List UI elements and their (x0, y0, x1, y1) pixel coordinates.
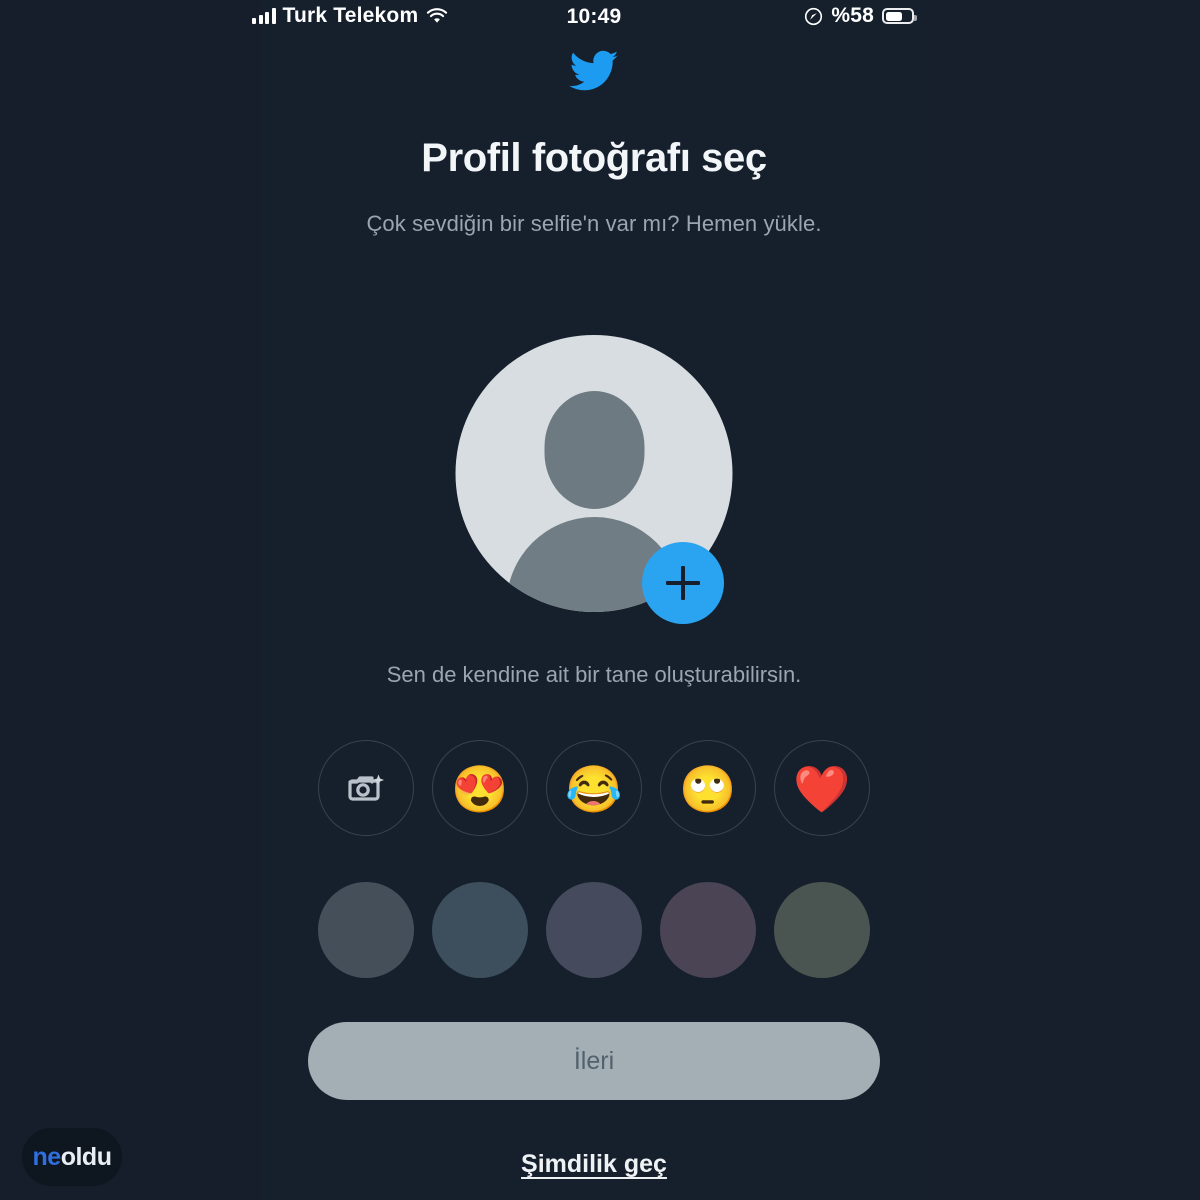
letterbox-right (926, 0, 1200, 1200)
red-heart-emoji: ❤️ (793, 763, 851, 815)
app-logo (262, 46, 926, 101)
status-bar: Turk Telekom 10:49 %58 (252, 0, 926, 36)
color-picker-row (262, 882, 926, 978)
smiling-face-with-hearts-emoji-button[interactable]: 😍 (432, 740, 528, 836)
status-bar-right: %58 (804, 4, 917, 28)
avatar-hint-text: Sen de kendine ait bir tane oluşturabili… (386, 662, 802, 687)
battery-icon (882, 8, 917, 24)
page-title: Profil fotoğrafı seç (421, 136, 767, 180)
swatch-olive-green[interactable] (774, 882, 870, 978)
watermark-part-a: ne (32, 1142, 62, 1171)
watermark-part-b: oldu (60, 1142, 112, 1171)
face-with-rolling-eyes-emoji-button[interactable]: 🙄 (660, 740, 756, 836)
avatar-head-shape (544, 391, 644, 509)
face-with-rolling-eyes-emoji: 🙄 (679, 763, 737, 815)
site-watermark: ne oldu (22, 1128, 122, 1186)
smiling-face-with-hearts-emoji: 😍 (451, 763, 509, 815)
avatar-block (262, 330, 926, 630)
plus-icon (666, 566, 700, 600)
face-with-tears-of-joy-emoji: 😂 (565, 763, 623, 815)
camera-sparkle-icon (342, 764, 390, 812)
next-button[interactable]: İleri (308, 1022, 880, 1100)
red-heart-emoji-button[interactable]: ❤️ (774, 740, 870, 836)
twitter-bird-logo (569, 46, 619, 101)
headline-block: Profil fotoğrafı seç Çok sevdiğin bir se… (262, 136, 926, 237)
battery-percentage-label: %58 (831, 4, 874, 27)
camera-sparkle-icon-button[interactable] (318, 740, 414, 836)
swatch-blue-gray[interactable] (546, 882, 642, 978)
skip-for-now-link[interactable]: Şimdilik geç (262, 1150, 926, 1179)
letterbox-left (0, 0, 262, 1200)
screenshot-canvas: Turk Telekom 10:49 %58 Profil fotoğrafı … (0, 0, 1200, 1200)
swatch-mauve[interactable] (660, 882, 756, 978)
swatch-teal-blue[interactable] (432, 882, 528, 978)
add-photo-button[interactable] (642, 542, 724, 624)
face-with-tears-of-joy-emoji-button[interactable]: 😂 (546, 740, 642, 836)
swatch-slate-gray[interactable] (318, 882, 414, 978)
phone-viewport: Turk Telekom 10:49 %58 Profil fotoğrafı … (252, 0, 926, 1200)
sticker-picker-row: 😍 😂 🙄 ❤️ (262, 740, 926, 836)
location-services-icon (804, 7, 823, 26)
page-subtitle: Çok sevdiğin bir selfie'n var mı? Hemen … (366, 211, 822, 236)
